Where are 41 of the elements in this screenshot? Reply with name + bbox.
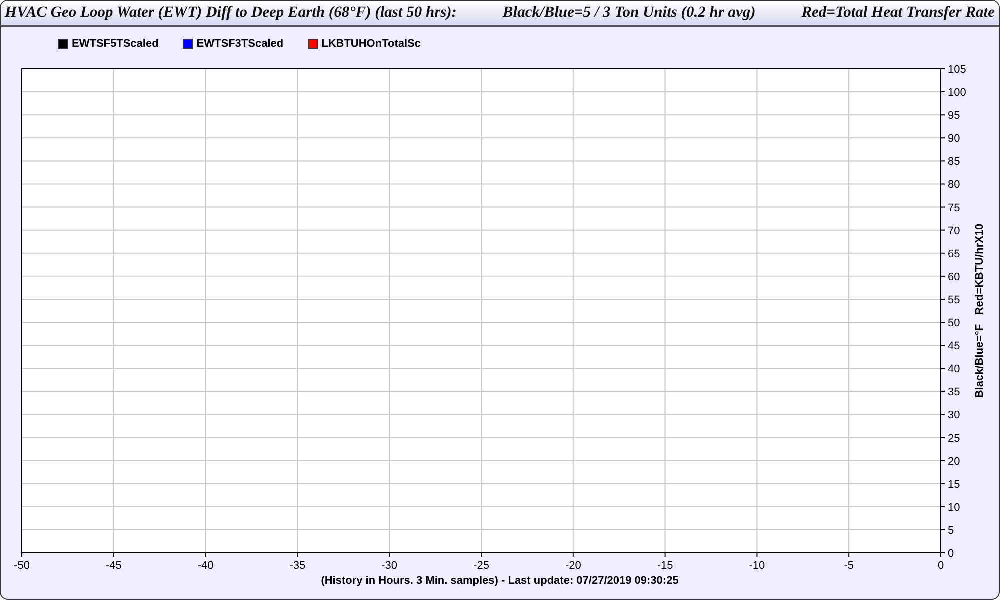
x-tick-label: -35 — [290, 560, 306, 572]
y-tick-label: 75 — [948, 202, 960, 214]
y-tick-label: 65 — [948, 248, 960, 260]
chart-title: Black/Blue=5 / 3 Ton Units (0.2 hr avg) — [502, 4, 756, 22]
legend-label: EWTSF3TScaled — [196, 38, 284, 50]
y-tick-label: 50 — [948, 318, 960, 330]
y-tick-label: 105 — [948, 64, 966, 76]
y-axis-label: Black/Blue=°F Red=KBTU/hrX10 — [974, 224, 986, 398]
y-tick-label: 25 — [948, 432, 960, 445]
y-tick-label: 5 — [948, 524, 954, 537]
x-axis-label: (History in Hours. 3 Min. samples) - Last update: 07/27/2019 09:30:25 — [321, 575, 679, 587]
y-tick-label: 40 — [948, 364, 960, 376]
x-tick-label: 0 — [938, 560, 944, 572]
x-tick-label: -5 — [844, 560, 854, 572]
y-tick-label: 15 — [948, 478, 960, 491]
x-tick-label: -40 — [198, 560, 214, 572]
y-tick-label: 10 — [948, 502, 960, 514]
y-tick-label: 30 — [948, 410, 960, 422]
x-tick-label: -25 — [474, 560, 490, 572]
x-tick-label: -20 — [565, 560, 582, 572]
x-tick-label: -10 — [749, 560, 766, 572]
y-tick-label: 45 — [948, 340, 960, 353]
y-tick-label: 80 — [948, 179, 960, 192]
x-tick-label: -45 — [106, 560, 122, 572]
legend-label: EWTSF5TScaled — [72, 38, 159, 50]
y-tick-label: 90 — [948, 133, 960, 146]
y-tick-label: 0 — [948, 548, 954, 560]
legend-label: LKBTUHOnTotalSc — [322, 38, 421, 50]
x-tick-label: -30 — [382, 560, 398, 572]
x-tick-label: -50 — [14, 560, 30, 572]
y-tick-label: 70 — [948, 225, 960, 238]
y-tick-label: 85 — [948, 156, 960, 168]
y-tick-label: 60 — [948, 271, 960, 284]
y-tick-label: 95 — [948, 110, 960, 122]
y-tick-label: 55 — [948, 294, 960, 306]
x-tick-label: -15 — [657, 560, 674, 572]
y-tick-label: 35 — [948, 386, 960, 399]
chart-title: HVAC Geo Loop Water (EWT) Diff to Deep Earth (68°F) (last 50 hrs): — [5, 4, 457, 22]
y-tick-label: 100 — [948, 87, 966, 100]
y-tick-label: 20 — [948, 456, 960, 468]
chart-title: Red=Total Heat Transfer Rate — [802, 4, 995, 22]
